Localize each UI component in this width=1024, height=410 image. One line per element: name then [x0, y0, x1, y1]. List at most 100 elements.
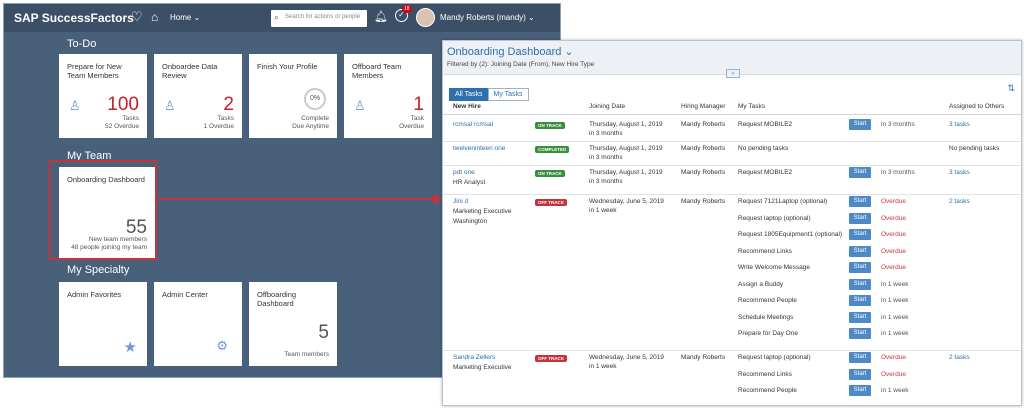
- new-hire-role: Marketing Executive: [453, 208, 512, 215]
- tile-admin-center[interactable]: Admin Center ⚙: [154, 282, 242, 366]
- row-divider: [443, 194, 1021, 195]
- start-button[interactable]: Start: [849, 245, 871, 257]
- start-button[interactable]: Start: [849, 229, 871, 240]
- hiring-manager: Mandy Roberts: [681, 354, 726, 361]
- collapse-header-button[interactable]: ⌄: [726, 69, 740, 78]
- status-badge: ON TRACK: [535, 122, 565, 129]
- assigned-to-others[interactable]: 3 tasks: [949, 169, 970, 177]
- start-button[interactable]: Start: [849, 278, 871, 290]
- avatar[interactable]: [416, 8, 435, 27]
- hiring-manager: Mandy Roberts: [681, 145, 726, 152]
- task-due: Overdue: [881, 247, 906, 255]
- joining-relative: in 1 week: [589, 363, 617, 370]
- sort-icon[interactable]: ⇅: [1007, 83, 1015, 94]
- task-due: Overdue: [881, 370, 906, 378]
- filter-summary: Filtered by (2): Joining Date (From), Ne…: [447, 61, 595, 68]
- table-header: New Hire Joining Date Hiring Manager My …: [443, 99, 1021, 115]
- task-name: Recommend People: [738, 297, 797, 304]
- start-button[interactable]: Start: [849, 352, 871, 363]
- brand-logo[interactable]: SAP SuccessFactors: [14, 11, 134, 25]
- tile-finish-profile[interactable]: Finish Your Profile 0% Complete Due Anyt…: [249, 54, 337, 138]
- task-due: in 3 months: [881, 121, 915, 128]
- status-badge: OFF TRACK: [535, 199, 567, 206]
- new-hire-name[interactable]: pdt one: [453, 169, 475, 177]
- onboarding-dashboard-panel: Onboarding Dashboard ⌄ Filtered by (2): …: [442, 40, 1022, 406]
- tile-offboarding-dashboard[interactable]: Offboarding Dashboard 5 Team members: [249, 282, 337, 366]
- tile-offboard-team-members[interactable]: Offboard Team Members ♙ 1 Task Overdue: [344, 54, 432, 138]
- tile-prepare-new-members[interactable]: Prepare for New Team Members ♙ 100 Tasks…: [59, 54, 147, 138]
- tile-sub: Complete: [301, 115, 329, 122]
- user-menu[interactable]: Mandy Roberts (mandy) ⌄: [440, 13, 535, 22]
- joining-relative: in 3 months: [589, 154, 623, 161]
- tile-onboardee-data-review[interactable]: Onboardee Data Review ♙ 2 Tasks 1 Overdu…: [154, 54, 242, 138]
- start-button[interactable]: Start: [849, 167, 871, 178]
- task-name: Recommend People: [738, 387, 797, 394]
- new-hire-name[interactable]: Jini d: [453, 198, 468, 206]
- start-button[interactable]: Start: [849, 119, 871, 130]
- tile-sub: Tasks: [217, 115, 234, 122]
- tile-sub: Team members: [284, 351, 329, 358]
- task-due: Overdue: [881, 264, 906, 271]
- tile-title: Offboarding Dashboard: [257, 290, 297, 308]
- start-button[interactable]: Start: [849, 295, 871, 306]
- joining-date: Wednesday, June 5, 2019: [589, 354, 664, 361]
- table-row: Jini d Marketing Executive Washington OFF T…: [443, 196, 1021, 354]
- column-hiring-manager: Hiring Manager: [681, 103, 726, 110]
- section-my-specialty: My Specialty: [67, 264, 130, 276]
- column-my-tasks: My Tasks: [738, 103, 765, 110]
- hiring-manager: Mandy Roberts: [681, 198, 726, 205]
- task-due: Overdue: [881, 214, 906, 222]
- table-row: Sandra Zellers Marketing Executive OFF TRA…: [443, 352, 1021, 405]
- task-due: in 1 week: [881, 297, 909, 304]
- joining-relative: in 1 week: [589, 207, 617, 214]
- tile-title: Finish Your Profile: [257, 62, 318, 71]
- highlight-box: [49, 160, 157, 260]
- start-button[interactable]: Start: [849, 385, 871, 396]
- tile-title: Prepare for New Team Members: [67, 62, 122, 80]
- task-name: Request laptop (optional): [738, 354, 811, 361]
- home-icon[interactable]: ⌂: [151, 10, 158, 24]
- assigned-to-others[interactable]: 2 tasks: [949, 354, 970, 362]
- new-hire-name[interactable]: twelveninteen one: [453, 145, 505, 153]
- new-hire-name[interactable]: Sandra Zellers: [453, 354, 495, 362]
- row-divider: [443, 350, 1021, 351]
- joining-date: Thursday, August 1, 2019: [589, 145, 663, 152]
- joining-date: Thursday, August 1, 2019: [589, 169, 663, 176]
- tile-value: 100: [107, 94, 139, 115]
- assigned-to-others[interactable]: 3 tasks: [949, 121, 970, 129]
- task-due: in 1 week: [881, 280, 909, 288]
- person-icon: ♙: [354, 98, 366, 113]
- tile-title: Admin Center: [162, 290, 208, 299]
- tile-due: Due Anytime: [292, 123, 329, 130]
- progress-ring: 0%: [304, 88, 326, 110]
- start-button[interactable]: Start: [849, 328, 871, 339]
- tile-title: Offboard Team Members: [352, 62, 402, 80]
- start-button[interactable]: Start: [849, 212, 871, 224]
- tile-admin-favorites[interactable]: Admin Favorites ★: [59, 282, 147, 366]
- new-hire-role: HR Analyst: [453, 179, 486, 186]
- search-input[interactable]: ⌕ Search for actions or people: [271, 10, 367, 27]
- start-button[interactable]: Start: [849, 311, 871, 323]
- assigned-to-others[interactable]: 2 tasks: [949, 198, 970, 206]
- tile-sub: Task: [410, 115, 424, 122]
- person-icon: ♙: [164, 98, 176, 113]
- task-due: in 1 week: [881, 330, 909, 337]
- dashboard-title[interactable]: Onboarding Dashboard ⌄: [447, 45, 574, 58]
- hiring-manager: Mandy Roberts: [681, 169, 726, 176]
- tile-value: 5: [318, 322, 329, 343]
- task-name: Request MOBILE2: [738, 121, 793, 128]
- search-icon: ⌕: [274, 12, 280, 22]
- start-button[interactable]: Start: [849, 368, 871, 380]
- task-name: Request 1805Equipment1 (optional): [738, 231, 843, 238]
- row-divider: [443, 165, 1021, 166]
- tile-value: 2: [223, 94, 234, 115]
- task-due: in 3 months: [881, 169, 915, 176]
- start-button[interactable]: Start: [849, 196, 871, 207]
- star-icon: ★: [123, 339, 137, 356]
- new-hire-name[interactable]: rcmsal rcmsal: [453, 121, 493, 129]
- start-button[interactable]: Start: [849, 262, 871, 273]
- hiring-manager: Mandy Roberts: [681, 121, 726, 128]
- home-menu[interactable]: Home ⌄: [170, 13, 200, 22]
- person-icon: ♙: [69, 98, 81, 113]
- notification-bell-icon[interactable]: 🔔︎: [374, 10, 388, 23]
